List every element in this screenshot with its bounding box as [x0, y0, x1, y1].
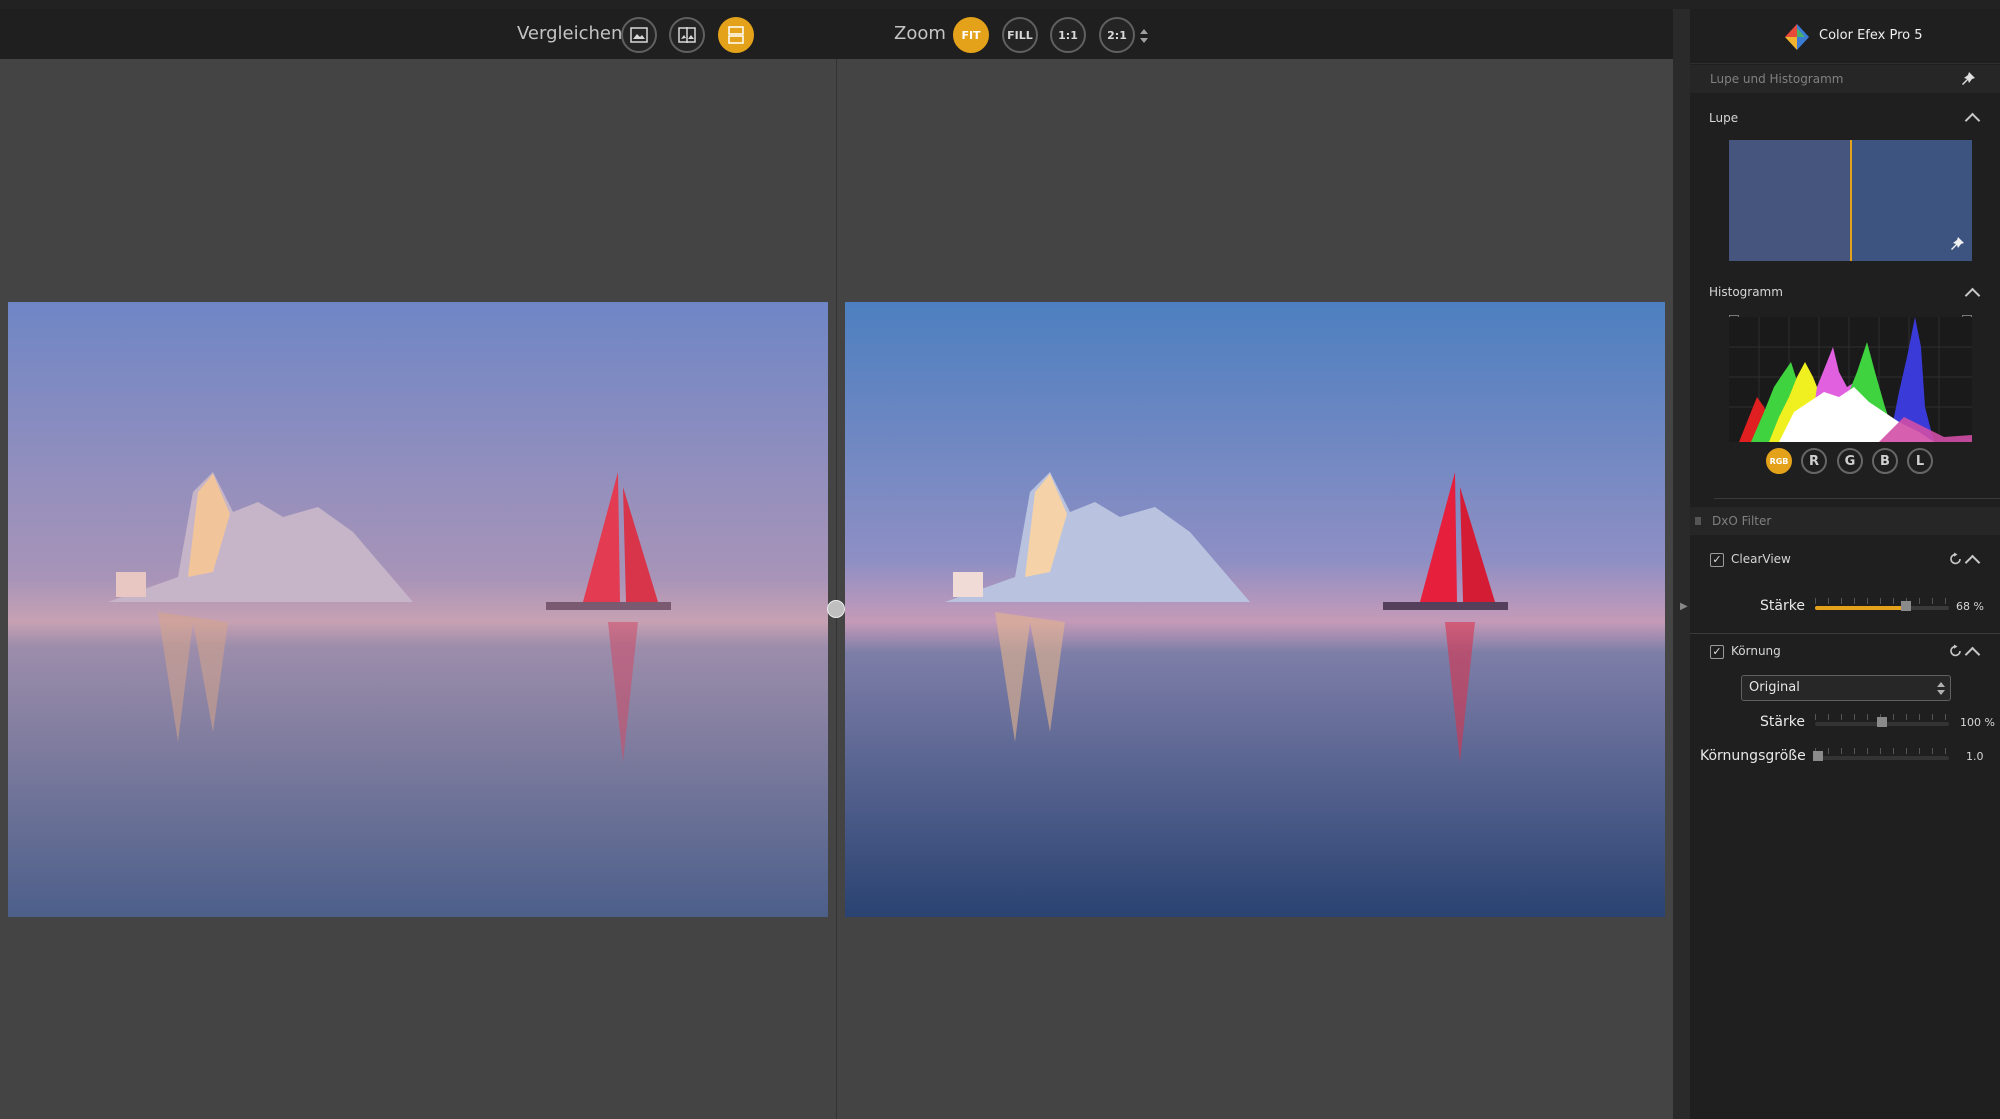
- grain-preset-value: Original: [1749, 680, 1800, 695]
- lock-icon: [1695, 517, 1701, 525]
- pin-icon[interactable]: [1960, 71, 1976, 87]
- loupe-pin-icon[interactable]: [1949, 236, 1965, 252]
- histogram-channel-l[interactable]: L: [1907, 448, 1933, 474]
- compare-single-view-button[interactable]: [621, 17, 657, 53]
- split-view-icon: [678, 27, 696, 43]
- grain-preset-select[interactable]: Original: [1741, 675, 1951, 701]
- loupe-label: Lupe: [1709, 111, 1739, 125]
- collapse-arrow-icon[interactable]: ▶: [1680, 601, 1688, 612]
- compare-divider: [836, 59, 837, 1119]
- clearview-slider-fill: [1815, 606, 1907, 610]
- zoom-1-1-button[interactable]: 1:1: [1050, 17, 1086, 53]
- right-panel: Color Efex Pro 5 Lupe und Histogramm Lup…: [1690, 9, 2000, 1119]
- histogram-chart: [1729, 317, 1972, 442]
- window-top-strip: [0, 0, 2000, 9]
- panel-separator: [1714, 498, 2000, 499]
- zoom-fill-button[interactable]: FILL: [1002, 17, 1038, 53]
- histogram-channel-b[interactable]: B: [1872, 448, 1898, 474]
- clearview-reset-icon[interactable]: [1949, 552, 1963, 566]
- histogram-channel-r[interactable]: R: [1801, 448, 1827, 474]
- grain-size-slider-thumb[interactable]: [1813, 751, 1823, 761]
- grain-collapse-chevron-icon[interactable]: [1964, 646, 1981, 663]
- grain-size-slider[interactable]: [1813, 748, 1949, 761]
- loupe-split-line: [1850, 140, 1852, 261]
- grain-strength-label: Stärke: [1760, 714, 1805, 730]
- clearview-strength-label: Stärke: [1760, 598, 1805, 614]
- zoom-fit-button[interactable]: FIT: [953, 17, 989, 53]
- grain-size-label: Körnungsgröße: [1700, 748, 1806, 764]
- before-image: [8, 302, 828, 917]
- clearview-title: ClearView: [1731, 552, 1791, 566]
- grain-size-value: 1.0: [1966, 750, 1984, 763]
- clearview-strength-value: 68 %: [1956, 600, 1984, 613]
- grain-title: Körnung: [1731, 644, 1781, 658]
- side-by-side-icon: [728, 26, 744, 44]
- loupe-histogram-title: Lupe und Histogramm: [1710, 72, 1844, 86]
- panel-separator: [1690, 633, 2000, 634]
- dxo-filter-title: DxO Filter: [1712, 514, 1772, 528]
- clearview-slider-thumb[interactable]: [1901, 601, 1912, 611]
- grain-strength-slider[interactable]: [1815, 714, 1949, 727]
- up-down-arrows-icon: [1140, 29, 1148, 43]
- after-image: [845, 302, 1665, 917]
- app-logo-icon: [1785, 24, 1809, 50]
- grain-strength-slider-thumb[interactable]: [1877, 717, 1887, 727]
- app-title: Color Efex Pro 5: [1819, 28, 1923, 43]
- select-arrows-icon: [1937, 682, 1945, 695]
- compare-side-by-side-button[interactable]: [718, 17, 754, 53]
- clearview-slider-ticks: [1815, 598, 1949, 604]
- compare-split-view-button[interactable]: [669, 17, 705, 53]
- loupe-collapse-chevron-icon[interactable]: [1964, 112, 1981, 129]
- grain-checkbox[interactable]: ✓: [1710, 645, 1724, 659]
- panel-separator: [1690, 63, 2000, 64]
- split-handle[interactable]: [827, 600, 845, 618]
- loupe-preview[interactable]: [1729, 140, 1972, 261]
- histogram-collapse-chevron-icon[interactable]: [1964, 287, 1981, 304]
- top-toolbar: Vergleichen Zoom FIT FILL 1:1 2:1: [0, 9, 1673, 59]
- clearview-checkbox[interactable]: ✓: [1710, 553, 1724, 567]
- histogram-channel-g[interactable]: G: [1837, 448, 1863, 474]
- clearview-strength-slider[interactable]: [1815, 598, 1949, 611]
- grain-size-slider-ticks: [1815, 748, 1949, 754]
- compare-label: Vergleichen: [517, 23, 623, 44]
- grain-strength-value: 100 %: [1960, 716, 1995, 729]
- zoom-label: Zoom: [894, 23, 946, 44]
- panel-gutter: [1673, 9, 1690, 1119]
- zoom-2-1-button[interactable]: 2:1: [1099, 17, 1135, 53]
- histogram-label: Histogramm: [1709, 285, 1783, 299]
- zoom-stepper[interactable]: [1139, 26, 1149, 46]
- single-view-icon: [630, 27, 648, 43]
- grain-reset-icon[interactable]: [1949, 644, 1963, 658]
- clearview-collapse-chevron-icon[interactable]: [1964, 554, 1981, 571]
- histogram-channel-rgb[interactable]: RGB: [1766, 448, 1792, 474]
- loupe-before-half: [1729, 140, 1850, 261]
